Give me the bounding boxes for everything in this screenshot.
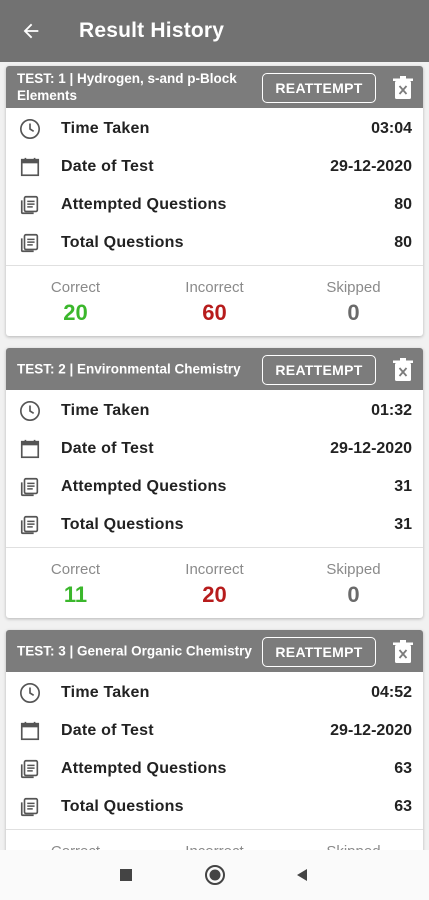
page-title: Result History — [79, 19, 225, 42]
time-taken-label: Time Taken — [61, 402, 150, 419]
skipped-count: 0 — [347, 582, 360, 607]
delete-icon[interactable] — [392, 76, 414, 100]
result-list[interactable]: TEST: 1 | Hydrogen, s-and p-Block Elemen… — [0, 62, 429, 850]
score-summary: Correct Incorrect Skipped — [6, 830, 423, 850]
square-icon — [120, 869, 132, 881]
result-card: TEST: 2 | Environmental Chemistry REATTE… — [6, 348, 423, 618]
app-bar: Result History — [0, 0, 429, 62]
date-value: 29-12-2020 — [330, 158, 412, 175]
date-label: Date of Test — [61, 440, 154, 457]
total-row: Total Questions 31 — [6, 506, 423, 544]
calendar-icon — [20, 721, 40, 741]
test-title: TEST: 3 | General Organic Chemistry — [17, 643, 252, 659]
attempted-label: Attempted Questions — [61, 478, 227, 495]
attempted-row: Attempted Questions 63 — [6, 750, 423, 788]
date-row: Date of Test 29-12-2020 — [6, 430, 423, 468]
date-value: 29-12-2020 — [330, 722, 412, 739]
time-taken-value: 03:04 — [371, 120, 412, 137]
list-doc-icon — [20, 195, 39, 215]
total-label: Total Questions — [61, 234, 184, 251]
attempted-value: 63 — [394, 760, 412, 777]
incorrect-label: Incorrect — [185, 843, 243, 850]
correct-label: Correct — [51, 843, 100, 850]
list-doc-icon — [20, 233, 39, 253]
clock-icon — [20, 683, 40, 703]
list-doc-icon — [20, 797, 39, 817]
total-row: Total Questions 63 — [6, 788, 423, 826]
incorrect-label: Incorrect — [185, 561, 244, 578]
delete-icon[interactable] — [392, 358, 414, 382]
calendar-icon — [20, 439, 40, 459]
test-title: TEST: 1 | Hydrogen, s-and p-Block Elemen… — [17, 71, 237, 103]
list-doc-icon — [20, 759, 39, 779]
time-taken-label: Time Taken — [61, 684, 150, 701]
correct-label: Correct — [50, 279, 101, 296]
list-doc-icon — [20, 515, 39, 535]
attempted-label: Attempted Questions — [61, 196, 227, 213]
total-value: 31 — [394, 516, 412, 533]
recents-button[interactable] — [114, 863, 138, 887]
incorrect-count: 20 — [202, 582, 227, 607]
date-label: Date of Test — [61, 722, 154, 739]
skipped-label: Skipped — [326, 843, 380, 850]
incorrect-label: Incorrect — [185, 279, 244, 296]
card-header: TEST: 1 | Hydrogen, s-and p-Block Elemen… — [6, 66, 423, 108]
triangle-back-icon — [297, 869, 307, 881]
time-taken-row: Time Taken 04:52 — [6, 674, 423, 712]
time-taken-row: Time Taken 03:04 — [6, 110, 423, 148]
total-label: Total Questions — [61, 516, 184, 533]
card-header: TEST: 3 | General Organic Chemistry REAT… — [6, 630, 423, 672]
score-summary: Correct 11 Incorrect 20 Skipped 0 — [6, 548, 423, 618]
attempted-row: Attempted Questions 31 — [6, 468, 423, 506]
time-taken-label: Time Taken — [61, 120, 150, 137]
correct-label: Correct — [50, 561, 101, 578]
system-back-button[interactable] — [290, 863, 314, 887]
reattempt-button[interactable]: REATTEMPT — [262, 73, 376, 103]
calendar-icon — [20, 157, 40, 177]
skipped-label: Skipped — [326, 561, 381, 578]
delete-icon[interactable] — [392, 640, 414, 664]
skipped-count: 0 — [347, 300, 360, 325]
back-button[interactable] — [0, 0, 62, 62]
home-button[interactable] — [203, 863, 227, 887]
time-taken-value: 01:32 — [371, 402, 412, 419]
clock-icon — [20, 401, 40, 421]
clock-icon — [20, 119, 40, 139]
attempted-value: 31 — [394, 478, 412, 495]
date-value: 29-12-2020 — [330, 440, 412, 457]
date-label: Date of Test — [61, 158, 154, 175]
total-row: Total Questions 80 — [6, 224, 423, 262]
total-label: Total Questions — [61, 798, 184, 815]
attempted-label: Attempted Questions — [61, 760, 227, 777]
reattempt-button[interactable]: REATTEMPT — [262, 355, 376, 385]
time-taken-value: 04:52 — [371, 684, 412, 701]
arrow-left-icon — [23, 23, 39, 39]
reattempt-button[interactable]: REATTEMPT — [262, 637, 376, 667]
correct-count: 11 — [63, 582, 88, 607]
attempted-row: Attempted Questions 80 — [6, 186, 423, 224]
total-value: 63 — [394, 798, 412, 815]
result-card: TEST: 3 | General Organic Chemistry REAT… — [6, 630, 423, 850]
incorrect-count: 60 — [202, 300, 227, 325]
attempted-value: 80 — [394, 196, 412, 213]
date-row: Date of Test 29-12-2020 — [6, 712, 423, 750]
total-value: 80 — [394, 234, 412, 251]
date-row: Date of Test 29-12-2020 — [6, 148, 423, 186]
score-summary: Correct 20 Incorrect 60 Skipped 0 — [6, 266, 423, 336]
test-title: TEST: 2 | Environmental Chemistry — [17, 361, 241, 377]
correct-count: 20 — [63, 300, 88, 325]
time-taken-row: Time Taken 01:32 — [6, 392, 423, 430]
list-doc-icon — [20, 477, 39, 497]
skipped-label: Skipped — [326, 279, 381, 296]
system-nav-bar — [0, 850, 429, 900]
circle-icon — [205, 865, 225, 885]
result-card: TEST: 1 | Hydrogen, s-and p-Block Elemen… — [6, 66, 423, 336]
card-header: TEST: 2 | Environmental Chemistry REATTE… — [6, 348, 423, 390]
